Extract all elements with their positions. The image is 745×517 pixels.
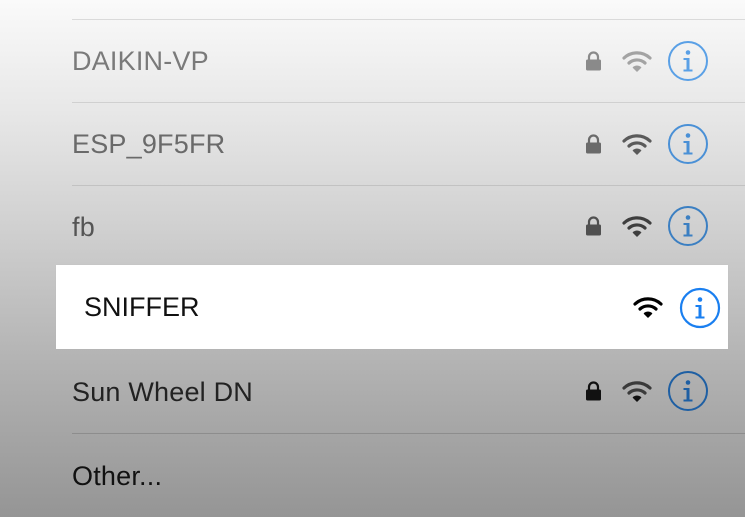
wifi-network-list: DAIKIN-VP ESP_9F5FR fb SNIFFER Sun Wheel… xyxy=(0,0,745,517)
lock-icon xyxy=(586,381,601,401)
network-name: ESP_9F5FR xyxy=(72,129,226,159)
network-row-daikin-vp[interactable]: DAIKIN-VP xyxy=(0,20,745,102)
lock-icon xyxy=(586,51,601,71)
network-row-other[interactable]: Other... xyxy=(0,435,745,517)
network-row-sniffer-selected[interactable]: SNIFFER xyxy=(56,265,728,349)
other-network-label: Other... xyxy=(72,461,163,491)
network-name: Sun Wheel DN xyxy=(72,377,253,407)
network-name: fb xyxy=(72,212,95,242)
info-icon[interactable] xyxy=(667,370,709,412)
info-icon[interactable] xyxy=(667,40,709,82)
network-row-esp-9f5fr[interactable]: ESP_9F5FR xyxy=(0,103,745,185)
network-row-sun-wheel-dn[interactable]: Sun Wheel DN xyxy=(0,351,745,433)
network-name: SNIFFER xyxy=(84,292,200,322)
wifi-signal-icon xyxy=(633,297,663,318)
info-icon[interactable] xyxy=(667,123,709,165)
wifi-signal-icon xyxy=(622,381,652,402)
info-icon[interactable] xyxy=(667,205,709,247)
info-icon[interactable] xyxy=(679,287,721,329)
divider xyxy=(72,433,745,434)
network-name: DAIKIN-VP xyxy=(72,46,209,76)
lock-icon xyxy=(586,134,601,154)
lock-icon xyxy=(586,216,601,236)
wifi-signal-icon xyxy=(622,134,652,155)
wifi-signal-icon xyxy=(622,51,652,72)
wifi-signal-icon xyxy=(622,216,652,237)
network-row-fb[interactable]: fb xyxy=(0,186,745,268)
